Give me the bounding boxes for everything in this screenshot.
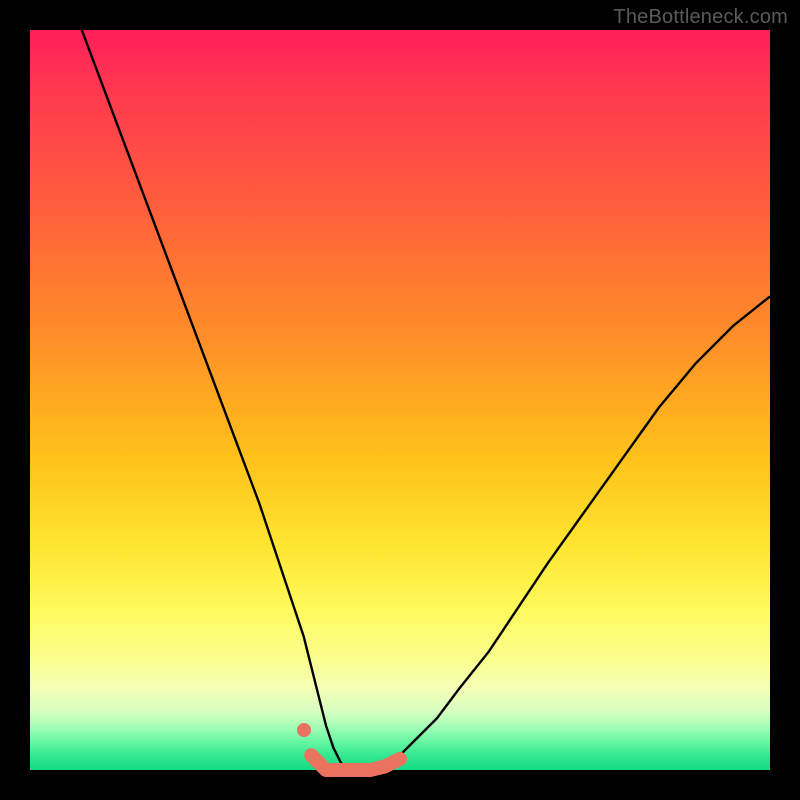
curve-svg: [30, 30, 770, 770]
flat-minimum-markers: [311, 755, 400, 770]
plot-area: [30, 30, 770, 770]
marker-dot: [297, 723, 311, 737]
chart-frame: TheBottleneck.com: [0, 0, 800, 800]
bottleneck-curve: [82, 30, 770, 770]
watermark-text: TheBottleneck.com: [613, 6, 788, 29]
